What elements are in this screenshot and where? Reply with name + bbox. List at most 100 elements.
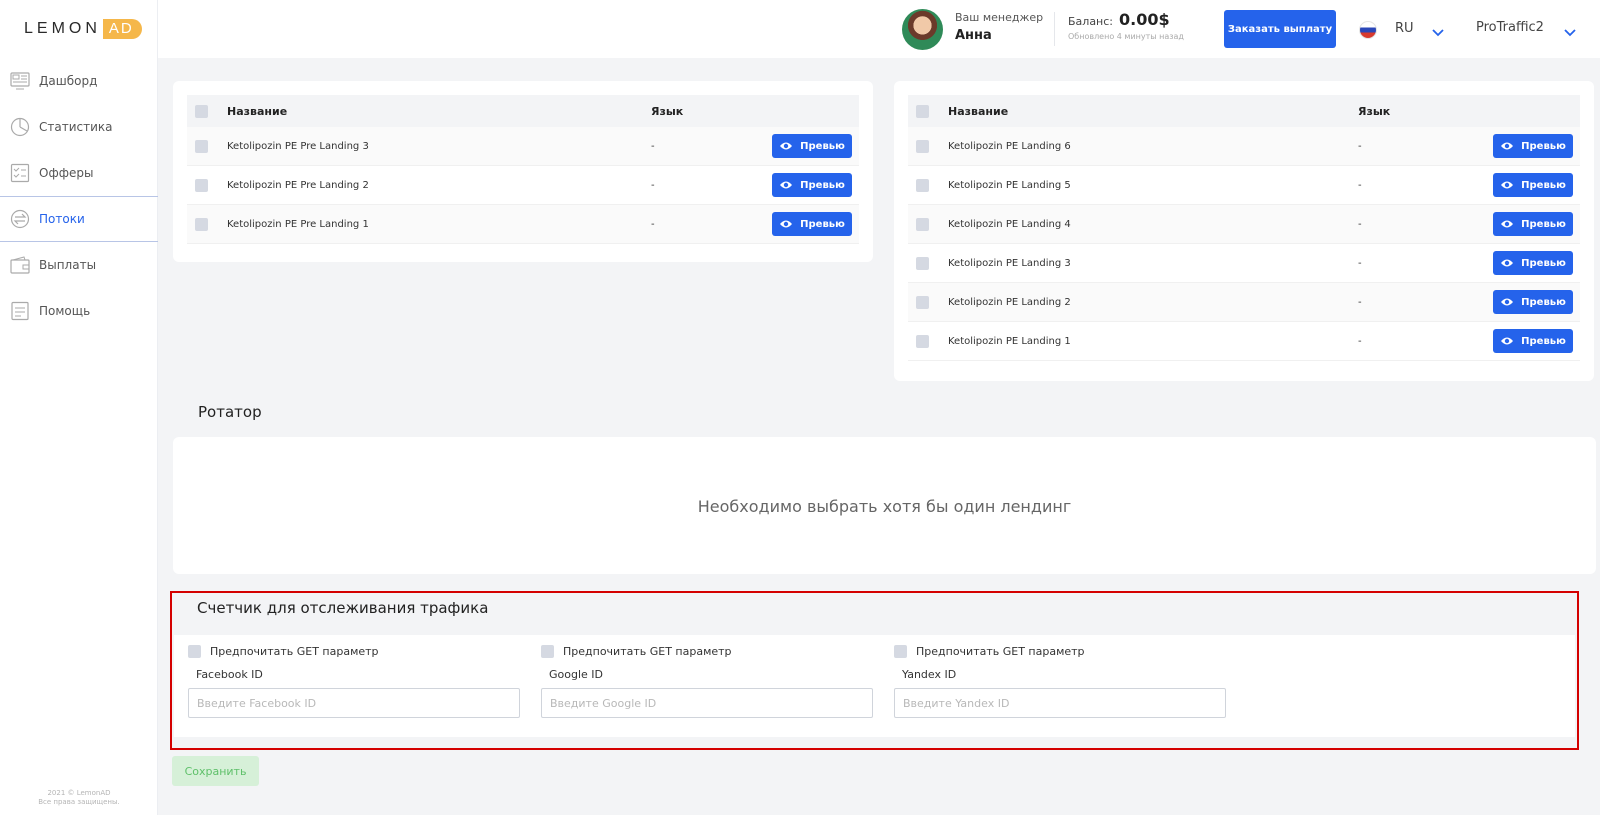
google-id-input[interactable] [541, 688, 873, 718]
row-name: Ketolipozin PE Landing 6 [948, 140, 1071, 152]
preview-button[interactable]: Превью [1493, 173, 1573, 197]
row-lang: - [651, 218, 655, 230]
sidebar-item-label: Потоки [39, 212, 85, 226]
eye-icon [780, 220, 793, 228]
row-checkbox[interactable] [195, 139, 208, 153]
offers-icon [10, 163, 30, 183]
checkbox-label: Предпочитать GET параметр [563, 645, 732, 658]
col-lang-header: Язык [651, 104, 684, 118]
preview-label: Превью [800, 218, 845, 230]
checkbox-label: Предпочитать GET параметр [210, 645, 379, 658]
eye-icon [780, 142, 793, 150]
checkbox[interactable] [541, 645, 554, 658]
table-row: Ketolipozin PE Landing 2 - Превью [908, 283, 1580, 322]
get-param-checkbox[interactable]: Предпочитать GET параметр [541, 645, 873, 658]
checkbox[interactable] [188, 645, 201, 658]
table-header: Название Язык [187, 95, 859, 127]
sidebar-item-offers[interactable]: Офферы [0, 150, 158, 196]
preview-label: Превью [800, 140, 845, 152]
sidebar-item-payouts[interactable]: Выплаты [0, 242, 158, 288]
select-all-checkbox[interactable] [916, 104, 929, 118]
row-name: Ketolipozin PE Pre Landing 2 [227, 179, 369, 191]
preview-button[interactable]: Превью [772, 212, 852, 236]
row-checkbox[interactable] [916, 256, 929, 270]
sidebar-item-statistics[interactable]: Статистика [0, 104, 158, 150]
row-checkbox[interactable] [916, 295, 929, 309]
field-label: Facebook ID [196, 668, 263, 681]
preview-button[interactable]: Превью [772, 134, 852, 158]
copyright-line: Все права защищены. [38, 798, 120, 806]
preview-label: Превью [1521, 296, 1566, 308]
save-button[interactable]: Сохранить [172, 756, 259, 786]
get-param-checkbox[interactable]: Предпочитать GET параметр [188, 645, 520, 658]
sidebar-item-help[interactable]: Помощь [0, 288, 158, 334]
copyright: 2021 © LemonAD Все права защищены. [0, 789, 158, 807]
landings-table: Название Язык Ketolipozin PE Landing 6 -… [908, 95, 1580, 361]
facebook-id-input[interactable] [188, 688, 520, 718]
row-name: Ketolipozin PE Landing 1 [948, 335, 1071, 347]
row-checkbox[interactable] [195, 178, 208, 192]
language-selector[interactable]: RU [1395, 21, 1414, 36]
landings-card: Название Язык Ketolipozin PE Landing 6 -… [894, 81, 1594, 381]
preview-label: Превью [1521, 179, 1566, 191]
preview-label: Превью [1521, 257, 1566, 269]
preview-button[interactable]: Превью [1493, 290, 1573, 314]
field-label: Yandex ID [902, 668, 957, 681]
row-lang: - [651, 140, 655, 152]
preview-label: Превью [1521, 218, 1566, 230]
row-checkbox[interactable] [916, 217, 929, 231]
preview-button[interactable]: Превью [1493, 329, 1573, 353]
sidebar-item-label: Статистика [39, 120, 113, 134]
rotator-title: Ротатор [198, 403, 262, 421]
eye-icon [1501, 259, 1514, 267]
google-field-group: Предпочитать GET параметр Google ID [541, 645, 873, 718]
logo[interactable]: LEMON AD [24, 18, 142, 40]
preview-button[interactable]: Превью [1493, 251, 1573, 275]
row-checkbox[interactable] [916, 139, 929, 153]
table-row: Ketolipozin PE Landing 6 - Превью [908, 127, 1580, 166]
yandex-id-input[interactable] [894, 688, 1226, 718]
checkbox[interactable] [894, 645, 907, 658]
field-label: Google ID [549, 668, 604, 681]
chevron-down-icon[interactable] [1564, 22, 1576, 41]
user-menu[interactable]: ProTraffic2 [1476, 20, 1544, 35]
yandex-field-group: Предпочитать GET параметр Yandex ID [894, 645, 1226, 718]
manager-info: Ваш менеджер Анна [955, 11, 1043, 43]
order-payout-button[interactable]: Заказать выплату [1224, 10, 1336, 48]
chevron-down-icon[interactable] [1432, 22, 1444, 41]
sidebar-item-dashboard[interactable]: Дашборд [0, 58, 158, 104]
preview-button[interactable]: Превью [1493, 134, 1573, 158]
manager-name: Анна [955, 28, 992, 43]
select-all-checkbox[interactable] [195, 104, 208, 118]
table-row: Ketolipozin PE Landing 3 - Превью [908, 244, 1580, 283]
help-icon [10, 301, 30, 321]
get-param-checkbox[interactable]: Предпочитать GET параметр [894, 645, 1226, 658]
row-name: Ketolipozin PE Landing 2 [948, 296, 1071, 308]
sidebar-item-label: Выплаты [39, 258, 97, 272]
row-lang: - [1358, 296, 1362, 308]
tracker-fields: Предпочитать GET параметр Facebook ID Пр… [174, 635, 1575, 737]
preview-button[interactable]: Превью [772, 173, 852, 197]
table-row: Ketolipozin PE Pre Landing 1 - Превью [187, 205, 859, 244]
rotator-empty-message: Необходимо выбрать хотя бы один лендинг [697, 497, 1072, 516]
wallet-icon [10, 255, 30, 275]
preview-button[interactable]: Превью [1493, 212, 1573, 236]
row-checkbox[interactable] [916, 334, 929, 348]
logo-text: LEMON [24, 20, 101, 37]
row-lang: - [651, 179, 655, 191]
row-lang: - [1358, 257, 1362, 269]
row-checkbox[interactable] [916, 178, 929, 192]
preview-label: Превью [1521, 140, 1566, 152]
row-name: Ketolipozin PE Landing 5 [948, 179, 1071, 191]
avatar [902, 9, 943, 50]
col-name-header: Название [948, 104, 1009, 118]
row-name: Ketolipozin PE Landing 3 [948, 257, 1071, 269]
sidebar-item-label: Офферы [39, 166, 94, 180]
russia-flag-icon[interactable] [1359, 21, 1377, 39]
logo-badge: AD [102, 19, 142, 39]
table-header: Название Язык [908, 95, 1580, 127]
sidebar-item-flows[interactable]: Потоки [0, 196, 158, 242]
row-checkbox[interactable] [195, 217, 208, 231]
balance-label: Баланс: [1068, 15, 1114, 28]
facebook-field-group: Предпочитать GET параметр Facebook ID [188, 645, 520, 718]
